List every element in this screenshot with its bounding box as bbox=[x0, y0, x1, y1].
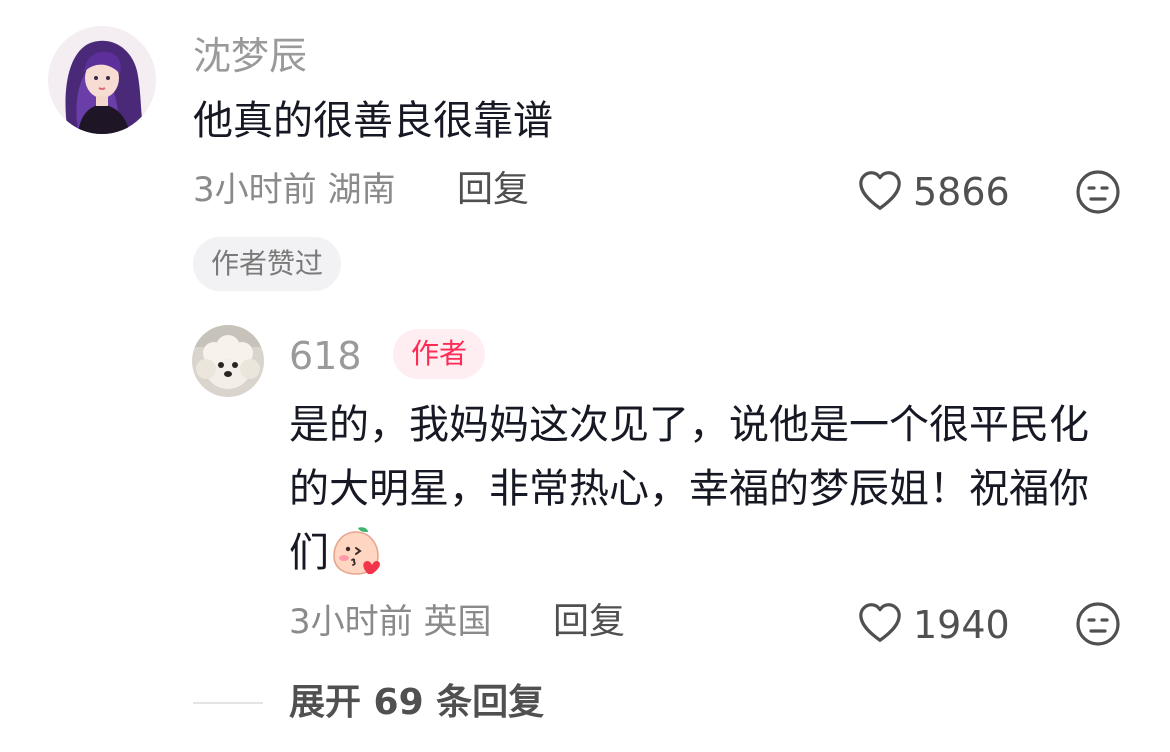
reply-text-line-3: 们 bbox=[289, 530, 329, 576]
heart-outline-icon bbox=[859, 603, 901, 642]
reply-text-line-2: 的大明星，非常热心，幸福的梦辰姐！祝福你 bbox=[289, 466, 1089, 512]
poodle-avatar-image bbox=[192, 325, 264, 397]
expand-divider bbox=[193, 702, 263, 704]
comment-text: 他真的很善良很靠谱 bbox=[193, 98, 553, 144]
avatar-618[interactable] bbox=[192, 325, 264, 397]
comment-reply-button[interactable]: 回复 bbox=[457, 170, 529, 210]
reply-reply-button[interactable]: 回复 bbox=[553, 602, 625, 642]
heart-icon[interactable] bbox=[857, 168, 903, 214]
expand-replies-button[interactable]: 展开 69 条回复 bbox=[289, 681, 544, 725]
author-liked-tag: 作者赞过 bbox=[193, 237, 342, 291]
comment-time-location: 3小时前 湖南 bbox=[193, 170, 396, 210]
reply-like-count: 1940 bbox=[913, 603, 1010, 647]
blushing-peach-kiss-emoji bbox=[333, 527, 380, 575]
heart-icon[interactable] bbox=[857, 600, 903, 646]
reply-text-line-1: 是的，我妈妈这次见了，说他是一个很平民化 bbox=[289, 402, 1089, 448]
heart-outline-icon bbox=[859, 171, 901, 210]
reply-username[interactable]: 618 bbox=[289, 334, 362, 378]
comment-username[interactable]: 沈梦辰 bbox=[193, 34, 307, 78]
dislike-face-icon bbox=[1076, 170, 1120, 214]
reply-time-location: 3小时前 英国 bbox=[289, 602, 492, 642]
comment-like-count: 5866 bbox=[913, 170, 1010, 214]
avatar-image bbox=[48, 26, 156, 134]
author-badge: 作者 bbox=[393, 329, 486, 379]
avatar-shenmengchen[interactable] bbox=[48, 26, 156, 134]
neutral-face-icon[interactable] bbox=[1074, 168, 1122, 216]
peach-kiss-emoji bbox=[328, 522, 384, 578]
neutral-face-icon[interactable] bbox=[1074, 600, 1122, 648]
dislike-face-icon bbox=[1076, 602, 1120, 646]
